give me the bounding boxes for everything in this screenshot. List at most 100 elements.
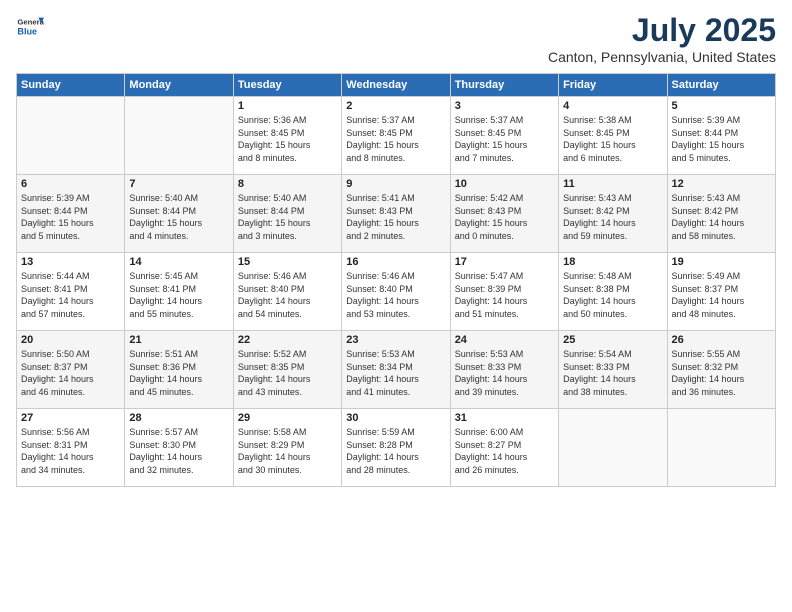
day-number: 11 — [563, 178, 662, 190]
day-number: 26 — [672, 334, 771, 346]
day-number: 18 — [563, 256, 662, 268]
day-cell: 4Sunrise: 5:38 AMSunset: 8:45 PMDaylight… — [559, 97, 667, 175]
subtitle: Canton, Pennsylvania, United States — [548, 49, 776, 65]
header-area: General Blue July 2025 Canton, Pennsylva… — [16, 12, 776, 65]
day-cell: 6Sunrise: 5:39 AMSunset: 8:44 PMDaylight… — [17, 175, 125, 253]
day-info: Sunrise: 5:52 AMSunset: 8:35 PMDaylight:… — [238, 348, 337, 398]
day-cell: 27 Sunrise: 5:56 AMSunset: 8:31 PMDayligh… — [17, 409, 125, 487]
day-info: Sunrise: 5:55 AMSunset: 8:32 PMDaylight:… — [672, 348, 771, 398]
day-info: Sunrise: 6:00 AMSunset: 8:27 PMDaylight:… — [455, 426, 554, 476]
day-cell: 16 Sunrise: 5:46 AMSunset: 8:40 PMDayligh… — [342, 253, 450, 331]
day-cell: 5 Sunrise: 5:39 AMSunset: 8:44 PMDaylight… — [667, 97, 775, 175]
day-number: 30 — [346, 412, 445, 424]
col-friday: Friday — [559, 74, 667, 97]
day-number: 24 — [455, 334, 554, 346]
day-info: Sunrise: 5:58 AMSunset: 8:29 PMDaylight:… — [238, 426, 337, 476]
day-cell: 22 Sunrise: 5:52 AMSunset: 8:35 PMDayligh… — [233, 331, 341, 409]
calendar-table: Sunday Monday Tuesday Wednesday Thursday… — [16, 73, 776, 487]
day-cell: 31 Sunrise: 6:00 AMSunset: 8:27 PMDayligh… — [450, 409, 558, 487]
day-info: Sunrise: 5:49 AMSunset: 8:37 PMDaylight:… — [672, 270, 771, 320]
day-number: 10 — [455, 178, 554, 190]
day-number: 5 — [672, 100, 771, 112]
page: General Blue July 2025 Canton, Pennsylva… — [0, 0, 792, 612]
day-number: 23 — [346, 334, 445, 346]
day-number: 12 — [672, 178, 771, 190]
day-cell: 24Sunrise: 5:53 AMSunset: 8:33 PMDayligh… — [450, 331, 558, 409]
day-cell — [125, 97, 233, 175]
day-cell: 23 Sunrise: 5:53 AMSunset: 8:34 PMDayligh… — [342, 331, 450, 409]
day-number: 2 — [346, 100, 445, 112]
day-info: Sunrise: 5:36 AMSunset: 8:45 PMDaylight:… — [238, 114, 337, 164]
day-cell: 3Sunrise: 5:37 AMSunset: 8:45 PMDaylight… — [450, 97, 558, 175]
day-info: Sunrise: 5:39 AMSunset: 8:44 PMDaylight:… — [21, 192, 120, 242]
day-info: Sunrise: 5:54 AMSunset: 8:33 PMDaylight:… — [563, 348, 662, 398]
day-cell: 28 Sunrise: 5:57 AMSunset: 8:30 PMDayligh… — [125, 409, 233, 487]
day-cell: 11Sunrise: 5:43 AMSunset: 8:42 PMDayligh… — [559, 175, 667, 253]
day-info: Sunrise: 5:59 AMSunset: 8:28 PMDaylight:… — [346, 426, 445, 476]
day-cell: 20 Sunrise: 5:50 AMSunset: 8:37 PMDayligh… — [17, 331, 125, 409]
day-number: 8 — [238, 178, 337, 190]
day-number: 15 — [238, 256, 337, 268]
day-cell: 19Sunrise: 5:49 AMSunset: 8:37 PMDayligh… — [667, 253, 775, 331]
day-cell: 2Sunrise: 5:37 AMSunset: 8:45 PMDaylight… — [342, 97, 450, 175]
day-cell: 21 Sunrise: 5:51 AMSunset: 8:36 PMDayligh… — [125, 331, 233, 409]
week-row-3: 13 Sunrise: 5:44 AMSunset: 8:41 PMDayligh… — [17, 253, 776, 331]
day-info: Sunrise: 5:39 AMSunset: 8:44 PMDaylight:… — [672, 114, 771, 164]
col-sunday: Sunday — [17, 74, 125, 97]
day-cell: 25Sunrise: 5:54 AMSunset: 8:33 PMDayligh… — [559, 331, 667, 409]
day-number: 22 — [238, 334, 337, 346]
day-cell: 30 Sunrise: 5:59 AMSunset: 8:28 PMDayligh… — [342, 409, 450, 487]
col-wednesday: Wednesday — [342, 74, 450, 97]
day-info: Sunrise: 5:53 AMSunset: 8:34 PMDaylight:… — [346, 348, 445, 398]
day-cell: 12 Sunrise: 5:43 AMSunset: 8:42 PMDayligh… — [667, 175, 775, 253]
day-info: Sunrise: 5:46 AMSunset: 8:40 PMDaylight:… — [238, 270, 337, 320]
day-number: 27 — [21, 412, 120, 424]
day-cell — [17, 97, 125, 175]
day-number: 1 — [238, 100, 337, 112]
day-info: Sunrise: 5:40 AMSunset: 8:44 PMDaylight:… — [129, 192, 228, 242]
day-info: Sunrise: 5:51 AMSunset: 8:36 PMDaylight:… — [129, 348, 228, 398]
day-info: Sunrise: 5:56 AMSunset: 8:31 PMDaylight:… — [21, 426, 120, 476]
col-saturday: Saturday — [667, 74, 775, 97]
day-cell: 7Sunrise: 5:40 AMSunset: 8:44 PMDaylight… — [125, 175, 233, 253]
day-info: Sunrise: 5:50 AMSunset: 8:37 PMDaylight:… — [21, 348, 120, 398]
day-number: 17 — [455, 256, 554, 268]
day-number: 21 — [129, 334, 228, 346]
day-cell — [559, 409, 667, 487]
day-number: 9 — [346, 178, 445, 190]
day-cell: 13 Sunrise: 5:44 AMSunset: 8:41 PMDayligh… — [17, 253, 125, 331]
day-cell: 17 Sunrise: 5:47 AMSunset: 8:39 PMDayligh… — [450, 253, 558, 331]
title-area: July 2025 Canton, Pennsylvania, United S… — [548, 12, 776, 65]
day-info: Sunrise: 5:44 AMSunset: 8:41 PMDaylight:… — [21, 270, 120, 320]
day-number: 4 — [563, 100, 662, 112]
main-title: July 2025 — [548, 12, 776, 49]
day-info: Sunrise: 5:57 AMSunset: 8:30 PMDaylight:… — [129, 426, 228, 476]
day-number: 29 — [238, 412, 337, 424]
day-cell: 15 Sunrise: 5:46 AMSunset: 8:40 PMDayligh… — [233, 253, 341, 331]
week-row-1: 1 Sunrise: 5:36 AMSunset: 8:45 PMDaylight… — [17, 97, 776, 175]
day-info: Sunrise: 5:48 AMSunset: 8:38 PMDaylight:… — [563, 270, 662, 320]
col-monday: Monday — [125, 74, 233, 97]
day-cell — [667, 409, 775, 487]
day-cell: 26 Sunrise: 5:55 AMSunset: 8:32 PMDayligh… — [667, 331, 775, 409]
day-info: Sunrise: 5:47 AMSunset: 8:39 PMDaylight:… — [455, 270, 554, 320]
week-row-5: 27 Sunrise: 5:56 AMSunset: 8:31 PMDayligh… — [17, 409, 776, 487]
day-info: Sunrise: 5:41 AMSunset: 8:43 PMDaylight:… — [346, 192, 445, 242]
day-info: Sunrise: 5:42 AMSunset: 8:43 PMDaylight:… — [455, 192, 554, 242]
day-number: 28 — [129, 412, 228, 424]
day-cell: 10 Sunrise: 5:42 AMSunset: 8:43 PMDayligh… — [450, 175, 558, 253]
week-row-2: 6Sunrise: 5:39 AMSunset: 8:44 PMDaylight… — [17, 175, 776, 253]
day-cell: 18 Sunrise: 5:48 AMSunset: 8:38 PMDayligh… — [559, 253, 667, 331]
day-info: Sunrise: 5:40 AMSunset: 8:44 PMDaylight:… — [238, 192, 337, 242]
day-number: 16 — [346, 256, 445, 268]
svg-text:Blue: Blue — [17, 26, 37, 36]
day-number: 13 — [21, 256, 120, 268]
day-number: 20 — [21, 334, 120, 346]
day-info: Sunrise: 5:46 AMSunset: 8:40 PMDaylight:… — [346, 270, 445, 320]
day-number: 31 — [455, 412, 554, 424]
day-info: Sunrise: 5:43 AMSunset: 8:42 PMDaylight:… — [672, 192, 771, 242]
logo: General Blue — [16, 12, 44, 40]
day-cell: 14Sunrise: 5:45 AMSunset: 8:41 PMDayligh… — [125, 253, 233, 331]
logo-icon: General Blue — [16, 12, 44, 40]
week-row-4: 20 Sunrise: 5:50 AMSunset: 8:37 PMDayligh… — [17, 331, 776, 409]
